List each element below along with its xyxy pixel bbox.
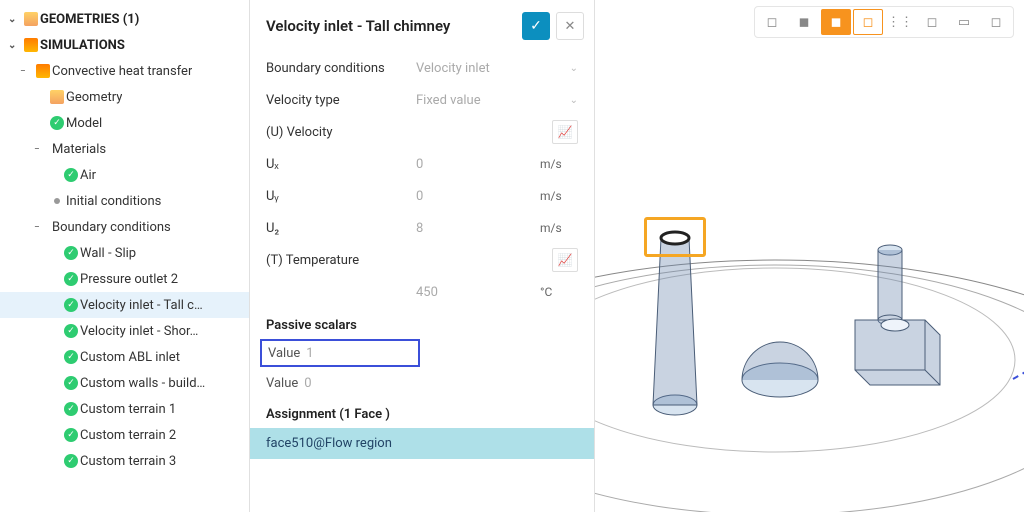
materials-node[interactable]: − Materials [0,136,249,162]
bc-item[interactable]: ✓Velocity inlet - Shor… [0,318,249,344]
temperature-label: (T) Temperature [266,253,416,268]
geometries-header[interactable]: ⌄ GEOMETRIES (1) [0,6,249,32]
passive-scalars-header: Passive scalars [266,318,578,333]
velocity-type-select[interactable]: Velocity type Fixed value ⌄ [266,84,578,116]
boundary-conditions-node[interactable]: − Boundary conditions [0,214,249,240]
check-icon: ✓ [64,168,78,182]
check-icon: ✓ [64,454,78,468]
bc-item[interactable]: ✓Wall - Slip [0,240,249,266]
chevron-down-icon: ⌄ [560,95,578,106]
assignment-header: Assignment (1 Face ) [266,407,578,422]
bc-item[interactable]: ✓Custom ABL inlet [0,344,249,370]
viewport[interactable]: ◻ ◼ ◼ ◻ ⋮⋮ ◻ ▭ ◻ [595,0,1024,512]
passive-scalar-1[interactable]: Value 1 [260,339,420,367]
simulation-icon [36,64,50,78]
check-icon: ✓ [64,402,78,416]
ux-input[interactable]: 0 [416,157,540,172]
uz-input[interactable]: 8 [416,221,540,236]
bc-item[interactable]: ✓Custom walls - build… [0,370,249,396]
temperature-row[interactable]: 450 °C [266,276,578,308]
check-icon: ✓ [50,116,64,130]
temperature-input[interactable]: 450 [416,285,540,300]
passive-scalar-0[interactable]: Value 0 [266,369,578,397]
ux-row[interactable]: Uₓ 0 m/s [266,148,578,180]
chart-button[interactable]: 📈 [552,120,578,144]
assignment-item[interactable]: face510@Flow region [250,428,594,459]
simulations-label: SIMULATIONS [40,38,125,53]
model-node[interactable]: ✓ Model [0,110,249,136]
geometries-label: GEOMETRIES (1) [40,12,139,27]
bc-item[interactable]: ✓Custom terrain 1 [0,396,249,422]
geometry-icon [24,12,38,26]
check-icon: ✓ [64,324,78,338]
uy-input[interactable]: 0 [416,189,540,204]
uy-row[interactable]: Uᵧ 0 m/s [266,180,578,212]
uz-row[interactable]: U₂ 8 m/s [266,212,578,244]
simulations-header[interactable]: ⌄ SIMULATIONS [0,32,249,58]
chart-button[interactable]: 📈 [552,248,578,272]
selection-highlight [644,217,706,257]
panel-title: Velocity inlet - Tall chimney [266,17,516,35]
simulation-icon [24,38,38,52]
close-button[interactable]: ✕ [556,12,584,40]
check-icon: ✓ [64,376,78,390]
boundary-condition-select[interactable]: Boundary conditions Velocity inlet ⌄ [266,52,578,84]
check-icon: ✓ [64,428,78,442]
dot-icon [54,198,60,204]
confirm-button[interactable]: ✓ [522,12,550,40]
geometry-node[interactable]: Geometry [0,84,249,110]
simulation-node[interactable]: − Convective heat transfer [0,58,249,84]
chevron-down-icon: ⌄ [560,63,578,74]
project-tree: ⌄ GEOMETRIES (1) ⌄ SIMULATIONS − Convect… [0,0,250,512]
bc-item[interactable]: ✓Pressure outlet 2 [0,266,249,292]
check-icon: ✓ [64,350,78,364]
check-icon: ✓ [64,272,78,286]
bc-item-selected[interactable]: ✓Velocity inlet - Tall c… [0,292,249,318]
check-icon: ✓ [64,246,78,260]
details-panel: Velocity inlet - Tall chimney ✓ ✕ Bounda… [250,0,595,512]
geometry-icon [50,90,64,104]
air-node[interactable]: ✓ Air [0,162,249,188]
check-icon: ✓ [64,298,78,312]
initial-conditions-node[interactable]: Initial conditions [0,188,249,214]
velocity-label: (U) Velocity [266,125,416,140]
bc-item[interactable]: ✓Custom terrain 3 [0,448,249,474]
bc-item[interactable]: ✓Custom terrain 2 [0,422,249,448]
